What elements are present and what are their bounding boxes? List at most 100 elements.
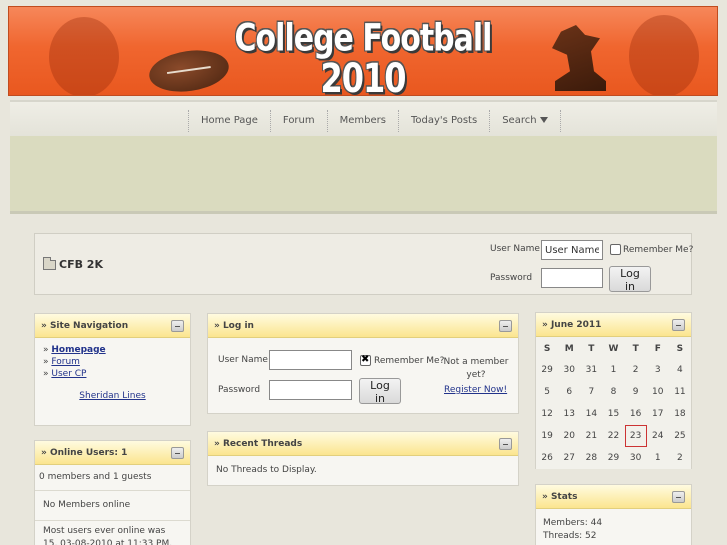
calendar-week: 5 6 7 8 9 10 11 <box>536 381 691 403</box>
password-label: Password <box>490 273 533 283</box>
calendar-day[interactable]: 14 <box>580 403 602 425</box>
recent-threads-panel: » Recent Threads No Threads to Display. <box>207 431 519 486</box>
calendar-day[interactable]: 9 <box>625 381 647 403</box>
calendar-day[interactable]: 17 <box>647 403 669 425</box>
calendar-day[interactable]: 2 <box>669 447 691 469</box>
forum-link[interactable]: Forum <box>51 357 80 367</box>
calendar-day[interactable]: 21 <box>580 425 602 447</box>
calendar-day[interactable]: 13 <box>558 403 580 425</box>
top-remember-label: Remember Me? <box>623 245 694 255</box>
collapse-icon[interactable] <box>499 320 512 332</box>
weekday-label: W <box>608 344 619 354</box>
calendar-day[interactable]: 27 <box>558 447 580 469</box>
nav-members[interactable]: Members <box>326 110 398 132</box>
online-users-panel: » Online Users: 1 0 members and 1 guests… <box>34 440 191 545</box>
calendar-header: » June 2011 <box>536 313 691 337</box>
login-username-label: User Name <box>218 355 268 365</box>
calendar-day[interactable]: 7 <box>580 381 602 403</box>
nav-search[interactable]: Search <box>489 110 561 132</box>
weekday-label: F <box>654 344 661 354</box>
recent-threads-empty: No Threads to Display. <box>208 456 518 485</box>
collapse-icon[interactable] <box>171 320 184 332</box>
collapse-icon[interactable] <box>499 438 512 450</box>
breadcrumb-box: CFB 2K User Name Remember Me? Password L… <box>34 233 693 295</box>
login-password-input[interactable] <box>269 380 352 400</box>
calendar-day[interactable]: 5 <box>536 381 558 403</box>
sheridan-lines-link[interactable]: Sheridan Lines <box>79 391 145 401</box>
login-remember-label: Remember Me? <box>374 356 445 366</box>
calendar-day[interactable]: 11 <box>669 381 691 403</box>
top-remember-checkbox[interactable] <box>610 244 621 255</box>
nav-menu: Home Page Forum Members Today's Posts Se… <box>188 110 561 132</box>
calendar-day[interactable]: 6 <box>558 381 580 403</box>
login-button[interactable]: Log in <box>359 378 401 405</box>
top-username-input[interactable] <box>541 240 603 260</box>
calendar-day[interactable]: 10 <box>647 381 669 403</box>
weekday-label: S <box>676 344 684 354</box>
calendar-day[interactable]: 2 <box>625 359 647 381</box>
site-nav-item-forum: » Forum <box>43 357 80 367</box>
calendar-day[interactable]: 28 <box>580 447 602 469</box>
site-navigation-panel: » Site Navigation » Homepage » Forum » U… <box>34 313 191 426</box>
weekday-label: T <box>632 344 639 354</box>
calendar-day[interactable]: 18 <box>669 403 691 425</box>
top-login-button[interactable]: Log in <box>609 266 651 293</box>
login-title: » Log in <box>214 321 254 331</box>
calendar-day[interactable]: 4 <box>669 359 691 381</box>
nav-search-label: Search <box>502 115 537 126</box>
top-password-input[interactable] <box>541 268 603 288</box>
calendar-day[interactable]: 30 <box>558 359 580 381</box>
calendar-month-title[interactable]: » June 2011 <box>542 320 601 330</box>
calendar-day[interactable]: 22 <box>602 425 624 447</box>
login-password-label: Password <box>218 385 261 395</box>
nav-todays-posts[interactable]: Today's Posts <box>397 110 489 132</box>
stats-panel: » Stats Members: 44 Threads: 52 <box>535 484 692 545</box>
nav-bar: Home Page Forum Members Today's Posts Se… <box>10 100 717 136</box>
calendar-week: 29 30 31 1 2 3 4 <box>536 359 691 381</box>
login-username-input[interactable] <box>269 350 352 370</box>
calendar-day[interactable]: 3 <box>647 359 669 381</box>
recent-threads-title: » Recent Threads <box>214 439 303 449</box>
calendar-day[interactable]: 15 <box>602 403 624 425</box>
calendar-day[interactable]: 24 <box>647 425 669 447</box>
calendar-day[interactable]: 20 <box>558 425 580 447</box>
ad-area <box>10 136 717 214</box>
stats-header: » Stats <box>536 485 691 509</box>
forum-title: CFB 2K <box>59 258 103 271</box>
online-members-list: No Members online <box>35 491 190 521</box>
calendar-day[interactable]: 12 <box>536 403 558 425</box>
login-header: » Log in <box>208 314 518 338</box>
calendar-day[interactable]: 19 <box>536 425 558 447</box>
calendar-day[interactable]: 16 <box>625 403 647 425</box>
calendar-day[interactable]: 26 <box>536 447 558 469</box>
login-panel: » Log in User Name Remember Me? Password… <box>207 313 519 414</box>
site-navigation-header: » Site Navigation <box>35 314 190 338</box>
site-nav-item-usercp: » User CP <box>43 369 87 379</box>
stats-title: » Stats <box>542 492 578 502</box>
calendar-day[interactable]: 29 <box>536 359 558 381</box>
calendar-day[interactable]: 8 <box>602 381 624 403</box>
calendar-day[interactable]: 1 <box>602 359 624 381</box>
site-nav-item-homepage: » Homepage <box>43 345 106 355</box>
user-cp-link[interactable]: User CP <box>51 369 86 379</box>
collapse-icon[interactable] <box>672 319 685 331</box>
collapse-icon[interactable] <box>672 491 685 503</box>
recent-threads-header: » Recent Threads <box>208 432 518 456</box>
nav-home-page[interactable]: Home Page <box>188 110 270 132</box>
calendar-day-today[interactable]: 23 <box>624 425 647 447</box>
calendar-day[interactable]: 31 <box>580 359 602 381</box>
calendar-day[interactable]: 1 <box>647 447 669 469</box>
calendar-weekdays: S M T W T F S <box>536 339 691 359</box>
register-link[interactable]: Register Now! <box>444 385 507 395</box>
calendar-day[interactable]: 30 <box>625 447 647 469</box>
site-banner[interactable]: College Football 2010 <box>8 6 718 96</box>
calendar-day[interactable]: 25 <box>669 425 691 447</box>
calendar-day[interactable]: 29 <box>602 447 624 469</box>
nav-forum[interactable]: Forum <box>269 110 327 132</box>
folder-icon <box>43 257 56 270</box>
homepage-link[interactable]: Homepage <box>51 345 105 355</box>
login-remember-checkbox[interactable] <box>360 354 371 366</box>
calendar-week: 19 20 21 22 23 24 25 <box>536 425 691 447</box>
collapse-icon[interactable] <box>171 447 184 459</box>
online-users-title: » Online Users: 1 <box>41 448 128 458</box>
